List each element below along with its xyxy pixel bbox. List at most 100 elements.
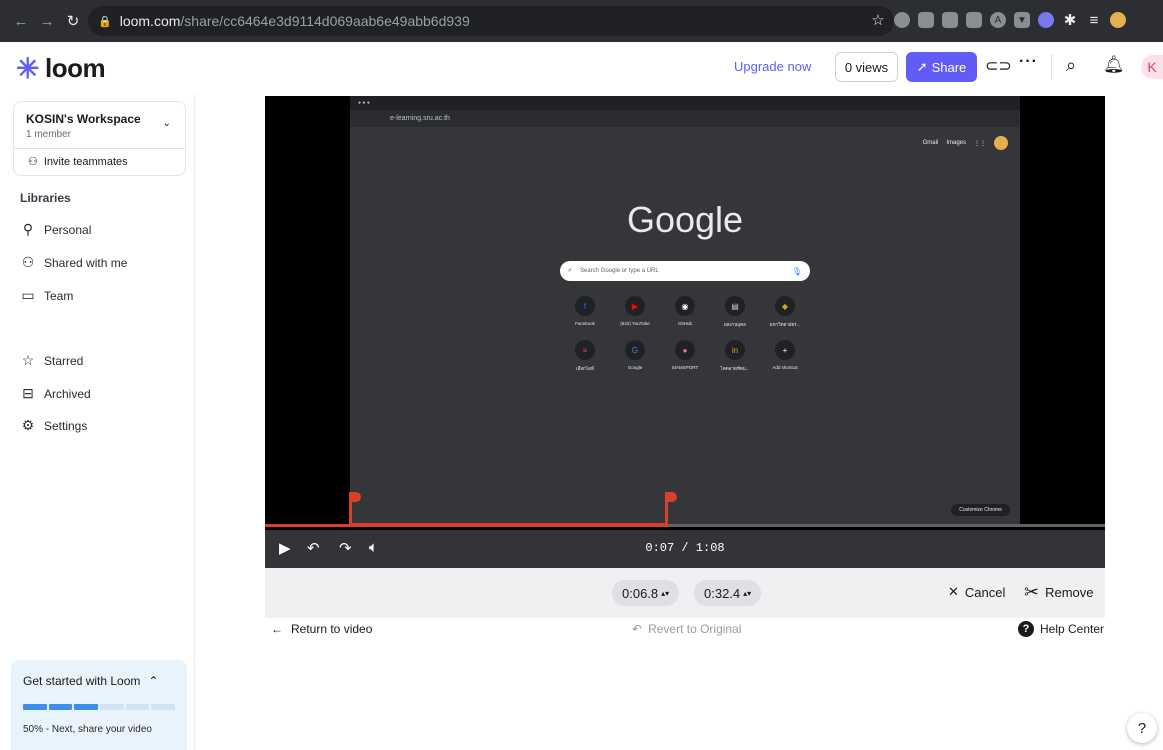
progress-segment: [23, 704, 47, 710]
url-host: loom.com: [119, 13, 181, 29]
google-logo: Google: [626, 199, 744, 240]
get-started-label: Get started with Loom: [23, 674, 141, 688]
scissors-icon: ✂: [1024, 582, 1040, 602]
loom-extension-icon[interactable]: [1038, 12, 1054, 28]
cancel-label: Cancel: [964, 584, 1006, 600]
extension-icon[interactable]: ▼: [1014, 12, 1030, 28]
shortcut-icon: in: [725, 340, 745, 360]
reload-icon[interactable]: ↻: [60, 12, 86, 30]
window-dots-icon: ● ● ●: [358, 100, 370, 106]
remove-label: Remove: [1045, 585, 1094, 600]
recorded-screen: ● ● ● e-learning.sru.ac.th Gmail Images …: [350, 96, 1020, 524]
shortcut-label: มหาวิทยาลัยร...: [769, 322, 801, 327]
revert-button[interactable]: ↶ Revert to Original: [632, 622, 741, 636]
sidebar-item-settings[interactable]: ⚙ Settings: [20, 417, 88, 434]
loom-logo[interactable]: ✳ loom: [16, 52, 106, 85]
chevron-up-icon: ⌃: [148, 674, 159, 688]
sidebar-item-archived[interactable]: ⊟ Archived: [20, 385, 91, 402]
stepper-arrows-icon[interactable]: ▴▾: [743, 589, 751, 598]
logo-text: loom: [44, 53, 106, 83]
trim-selection[interactable]: [349, 496, 669, 526]
back-icon[interactable]: ←: [8, 13, 34, 30]
reading-list-icon[interactable]: ≡: [1086, 12, 1102, 29]
archive-icon: ⊟: [22, 385, 34, 401]
extension-icon[interactable]: [918, 12, 934, 28]
shortcut-icon: G: [625, 340, 645, 360]
user-avatar[interactable]: K: [1141, 55, 1163, 79]
video-player[interactable]: ● ● ● e-learning.sru.ac.th Gmail Images …: [265, 96, 1105, 568]
help-button[interactable]: ?: [1127, 713, 1157, 743]
sidebar-item-team[interactable]: ▭ Team: [20, 287, 73, 304]
shortcut-label: Google: [627, 365, 643, 370]
share-label: Share: [931, 59, 967, 75]
views-button[interactable]: 0 views: [835, 52, 898, 82]
profile-avatar[interactable]: [1110, 12, 1126, 28]
sidebar-item-label: Personal: [44, 222, 92, 237]
extension-icon[interactable]: A: [990, 12, 1006, 28]
shortcut-tile: ▶ (642) YouTube: [610, 296, 660, 328]
shortcut-label: Add shortcut: [772, 365, 798, 370]
forward-icon[interactable]: →: [34, 13, 60, 30]
upgrade-link[interactable]: Upgrade now: [734, 59, 811, 74]
help-label: Help Center: [1040, 622, 1105, 636]
trim-start-stepper[interactable]: 0:06.8 ▴▾: [612, 580, 680, 606]
bookmark-star-icon[interactable]: ☆: [870, 12, 886, 29]
invite-teammates-button[interactable]: ⚇ Invite teammates: [13, 148, 186, 176]
address-bar[interactable]: 🔒 loom.com/share/cc6464e3d9114d069aab6e4…: [88, 6, 894, 36]
revert-label: Revert to Original: [648, 622, 742, 636]
libraries-heading: Libraries: [20, 191, 71, 205]
shortcut-icon: ◉: [675, 296, 695, 316]
people-icon: ⚇: [21, 254, 35, 270]
cancel-button[interactable]: ✕ Cancel: [948, 584, 1005, 600]
trim-end-stepper[interactable]: 0:32.4 ▴▾: [694, 580, 762, 606]
extension-icon[interactable]: [942, 12, 958, 28]
close-icon: ✕: [948, 584, 959, 599]
stepper-arrows-icon[interactable]: ▴▾: [661, 589, 669, 598]
workspace-switcher[interactable]: KOSIN's Workspace 1 member ⌄: [13, 101, 186, 149]
more-options-icon[interactable]: ···: [1019, 53, 1038, 71]
trim-start-handle[interactable]: [349, 492, 361, 502]
shortcut-icon: ▶: [625, 296, 645, 316]
lock-icon: 🔒: [98, 15, 112, 28]
shortcut-tile: ● SIAMSPORT: [660, 340, 710, 372]
extension-icon[interactable]: [966, 12, 982, 28]
recorded-avatar: [994, 136, 1008, 150]
search-icon: ⌕: [568, 267, 572, 274]
shortcut-icon: +: [775, 340, 795, 360]
shortcut-tile: ◆ มหาวิทยาลัยร...: [760, 296, 810, 328]
shortcut-tile: + Add shortcut: [760, 340, 810, 372]
shortcut-label: GitHub: [677, 321, 692, 326]
add-people-icon: ⚇: [28, 156, 38, 168]
get-started-panel[interactable]: Get started with Loom ⌃ 50% - Next, shar…: [11, 660, 187, 750]
bell-icon[interactable]: 🔔︎: [1103, 55, 1125, 75]
apps-grid-icon: ⋮⋮: [974, 140, 986, 147]
puzzle-icon[interactable]: ✱: [1062, 12, 1078, 29]
search-placeholder: Search Google or type a URL: [580, 268, 659, 274]
help-center-link[interactable]: ? Help Center: [1018, 621, 1104, 637]
sidebar-item-starred[interactable]: ☆ Starred: [20, 352, 84, 369]
sidebar-item-personal[interactable]: ⚲ Personal: [20, 221, 92, 238]
url-path: /share/cc6464e3d9114d069aab6e49abb6d939: [180, 13, 470, 29]
sidebar-item-shared[interactable]: ⚇ Shared with me: [20, 254, 128, 271]
shortcut-label: (642) YouTube: [620, 321, 650, 326]
sidebar-item-label: Starred: [44, 353, 84, 368]
time-display: 0:07 / 1:08: [645, 541, 725, 555]
trim-end-handle[interactable]: [665, 492, 678, 502]
share-button[interactable]: ➚ Share: [906, 52, 977, 82]
copy-link-icon[interactable]: ⊂⊃: [985, 56, 1012, 76]
remove-button[interactable]: ✂ Remove: [1024, 582, 1094, 603]
team-icon: ▭: [21, 287, 35, 303]
shortcut-icon: ≡: [575, 340, 595, 360]
sidebar-item-label: Shared with me: [44, 255, 128, 270]
return-to-video-link[interactable]: ← Return to video: [271, 622, 372, 636]
recorded-url-bar: e-learning.sru.ac.th: [350, 110, 1020, 127]
sidebar-item-label: Settings: [44, 418, 88, 433]
trim-end-value: 0:32.4: [704, 585, 741, 601]
loom-mark-icon: ✳: [16, 53, 39, 84]
search-icon[interactable]: ⌕: [1066, 55, 1076, 76]
gear-icon: ⚙: [21, 417, 35, 433]
extension-icon[interactable]: [894, 12, 910, 28]
get-started-title[interactable]: Get started with Loom ⌃: [23, 674, 175, 688]
arrow-left-icon: ←: [271, 622, 283, 636]
share-arrow-icon: ➚: [916, 59, 928, 74]
